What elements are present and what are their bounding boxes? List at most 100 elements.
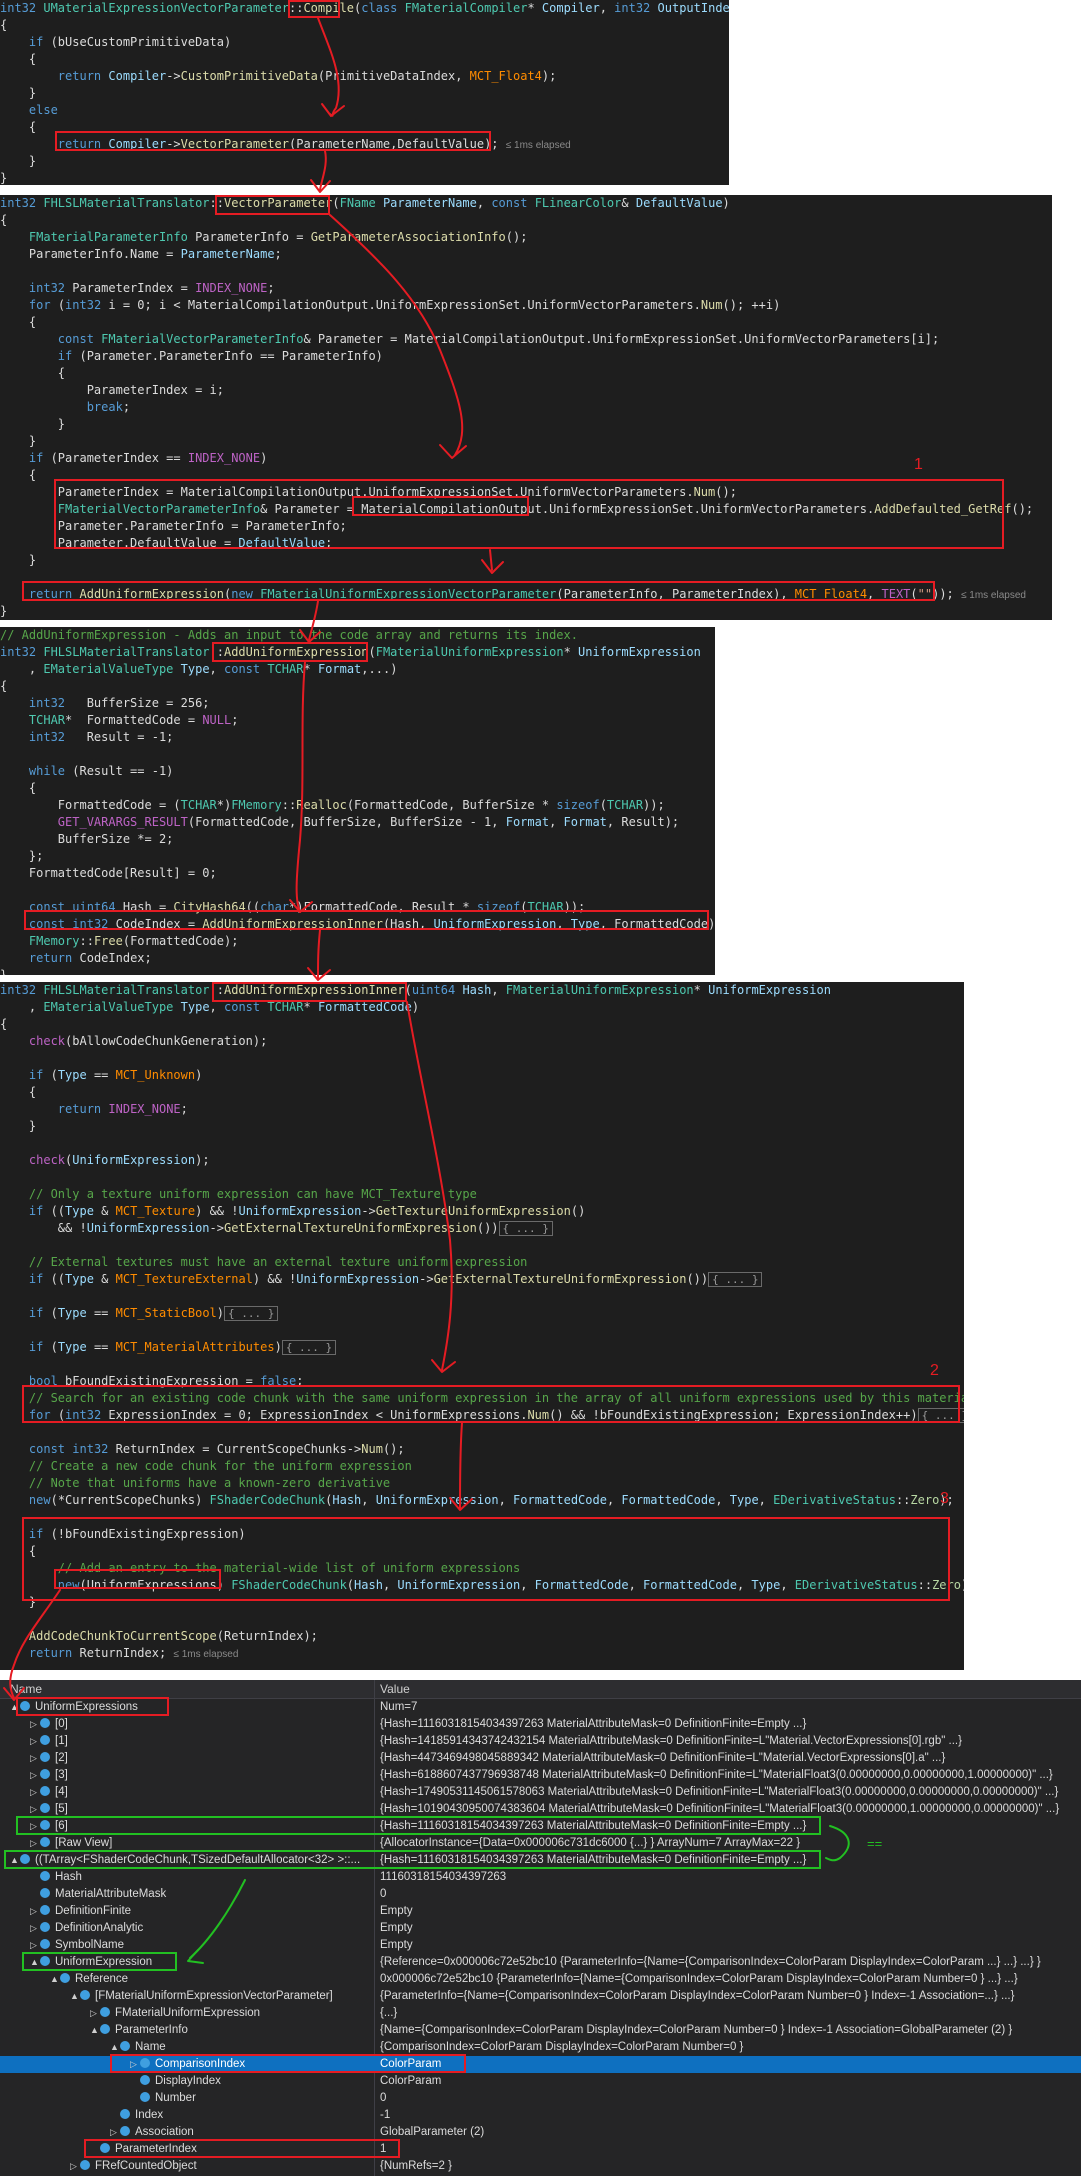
field-icon (40, 1837, 50, 1847)
watch-row[interactable]: ▷ DefinitionAnalytic Empty (0, 1920, 1081, 1937)
watch-row-label: Name (135, 2041, 166, 2053)
watch-row-value: {Reference=0x000006c72e52bc10 {Parameter… (380, 1956, 1041, 1968)
watch-row[interactable]: DisplayIndex ColorParam (0, 2073, 1081, 2090)
watch-row-label: Index (135, 2109, 164, 2121)
field-icon (140, 2092, 150, 2102)
watch-row[interactable]: ▷ [3] {Hash=6188607437796938748 MaterialAt… (0, 1767, 1081, 1784)
watch-row[interactable]: ▷ [4] {Hash=17490531145061578063 MaterialA… (0, 1784, 1081, 1801)
expand-icon[interactable]: ▷ (30, 1750, 40, 1767)
watch-row-value: {Hash=11160318154034397263 MaterialAttri… (380, 1718, 807, 1730)
name-column-header[interactable]: Name (10, 1680, 42, 1698)
watch-row-label: [1] (55, 1735, 68, 1747)
watch-row[interactable]: ▷ DefinitionFinite Empty (0, 1903, 1081, 1920)
expand-icon[interactable]: ▷ (30, 1767, 40, 1784)
watch-row-label: [5] (55, 1803, 68, 1815)
field-icon (80, 2160, 90, 2170)
watch-row[interactable]: ▷ [2] {Hash=4473469498045889342 MaterialAt… (0, 1750, 1081, 1767)
expand-icon[interactable]: ▷ (30, 1784, 40, 1801)
watch-row[interactable]: Index -1 (0, 2107, 1081, 2124)
watch-row[interactable]: Number 0 (0, 2090, 1081, 2107)
watch-row[interactable]: ▲ ParameterInfo {Name={ComparisonIndex=Col… (0, 2022, 1081, 2039)
watch-row-value: ColorParam (380, 2075, 442, 2087)
watch-row-label: DefinitionAnalytic (55, 1922, 144, 1934)
watch-row-value: 0x000006c72e52bc10 {ParameterInfo={Name=… (380, 1973, 1018, 1985)
watch-row[interactable]: MaterialAttributeMask 0 (0, 1886, 1081, 1903)
watch-row-value: {ParameterInfo={Name={ComparisonIndex=Co… (380, 1990, 1015, 2002)
field-icon (40, 1803, 50, 1813)
highlight-uniformexpressions-row (16, 1697, 169, 1716)
field-icon (40, 1786, 50, 1796)
equals-note: == (867, 1836, 883, 1851)
watch-row-value: Num=7 (380, 1701, 418, 1713)
watch-row-value: 0 (380, 2092, 387, 2104)
field-icon (40, 1735, 50, 1745)
expand-icon[interactable]: ▷ (30, 1733, 40, 1750)
watch-row-label: [0] (55, 1718, 68, 1730)
watch-row-name: ▷ [1] (30, 1733, 68, 1750)
expand-icon[interactable]: ▷ (30, 1920, 40, 1937)
elapsed-label: ≤ 1ms elapsed (173, 1649, 239, 1660)
watch-row-value: Empty (380, 1922, 413, 1934)
highlight-parameter-block (54, 479, 1004, 549)
watch-row-value: {Name={ComparisonIndex=ColorParam Displa… (380, 2024, 1013, 2036)
watch-row-value: {Hash=6188607437796938748 MaterialAttrib… (380, 1769, 1053, 1781)
watch-row-value: Empty (380, 1939, 413, 1951)
field-icon (40, 1718, 50, 1728)
watch-row-name: DisplayIndex (130, 2073, 221, 2090)
highlight-new-uniformexpressions (54, 1569, 221, 1589)
watch-row-label: [2] (55, 1752, 68, 1764)
watch-row-label: Reference (75, 1973, 129, 1985)
expand-icon[interactable]: ▲ (50, 1971, 60, 1988)
watch-row-name: ▷ [3] (30, 1767, 68, 1784)
watch-row-label: [FMaterialUniformExpressionVectorParamet… (95, 1990, 333, 2002)
expand-icon[interactable]: ▷ (70, 2158, 80, 2175)
highlight-adduniform-decl (212, 642, 368, 662)
field-icon (100, 2024, 110, 2034)
field-icon (120, 2126, 130, 2136)
watch-row-label: Number (155, 2092, 196, 2104)
watch-row-label: DefinitionFinite (55, 1905, 132, 1917)
watch-row[interactable]: Hash 11160318154034397263 (0, 1869, 1081, 1886)
expand-icon[interactable]: ▷ (90, 2005, 100, 2022)
field-icon (100, 2007, 110, 2017)
watch-row-label: Association (135, 2126, 194, 2138)
watch-row[interactable]: ▲ Reference 0x000006c72e52bc10 {ParameterI… (0, 1971, 1081, 1988)
watch-row[interactable]: ▷ FMaterialUniformExpression {...} (0, 2005, 1081, 2022)
watch-row-name: ▲ [FMaterialUniformExpressionVectorParame… (70, 1988, 333, 2005)
watch-row-name: ▷ [4] (30, 1784, 68, 1801)
field-icon (40, 1888, 50, 1898)
watch-row-name: MaterialAttributeMask (30, 1886, 166, 1903)
watch-row-value: {...} (380, 2007, 398, 2019)
watch-row-name: ▷ DefinitionFinite (30, 1903, 131, 1920)
highlight-parameterindex-row (84, 2139, 400, 2158)
expand-icon[interactable]: ▷ (30, 1716, 40, 1733)
watch-row-label: [3] (55, 1769, 68, 1781)
watch-row[interactable]: ▷ [1] {Hash=14185914343742432154 MaterialA… (0, 1733, 1081, 1750)
highlight-uniformexpression-row (22, 1952, 177, 1971)
field-icon (40, 1922, 50, 1932)
code-panel-vector-parameter: int32 FHLSLMaterialTranslator::VectorPar… (0, 195, 1052, 620)
watch-row-name: ▷ FMaterialUniformExpression (90, 2005, 260, 2022)
watch-row[interactable]: ▲ [FMaterialUniformExpressionVectorParame… (0, 1988, 1081, 2005)
field-icon (120, 2109, 130, 2119)
watch-row-label: FMaterialUniformExpression (115, 2007, 261, 2019)
watch-row-label: MaterialAttributeMask (55, 1888, 167, 1900)
marker-1: 1 (914, 456, 923, 473)
watch-row-name: ▷ FRefCountedObject (70, 2158, 197, 2175)
watch-row-name: Index (110, 2107, 163, 2124)
watch-row[interactable]: ▷ FRefCountedObject {NumRefs=2 } (0, 2158, 1081, 2175)
field-icon (140, 2075, 150, 2085)
highlight-adduniforminner-decl (212, 982, 407, 1002)
value-column-header[interactable]: Value (380, 1680, 410, 1698)
highlight-tarray-row (4, 1850, 821, 1869)
expand-icon[interactable]: ▲ (70, 1988, 80, 2005)
expand-icon[interactable]: ▷ (30, 1903, 40, 1920)
watch-row-value: -1 (380, 2109, 391, 2121)
watch-row[interactable]: ▷ [0] {Hash=11160318154034397263 MaterialA… (0, 1716, 1081, 1733)
highlight-vectorparameter-decl (215, 195, 330, 215)
field-icon (80, 1990, 90, 2000)
highlight-comparisonindex-row (110, 2054, 466, 2073)
expand-icon[interactable]: ▲ (90, 2022, 100, 2039)
field-icon (120, 2041, 130, 2051)
watch-row-name: Number (130, 2090, 196, 2107)
